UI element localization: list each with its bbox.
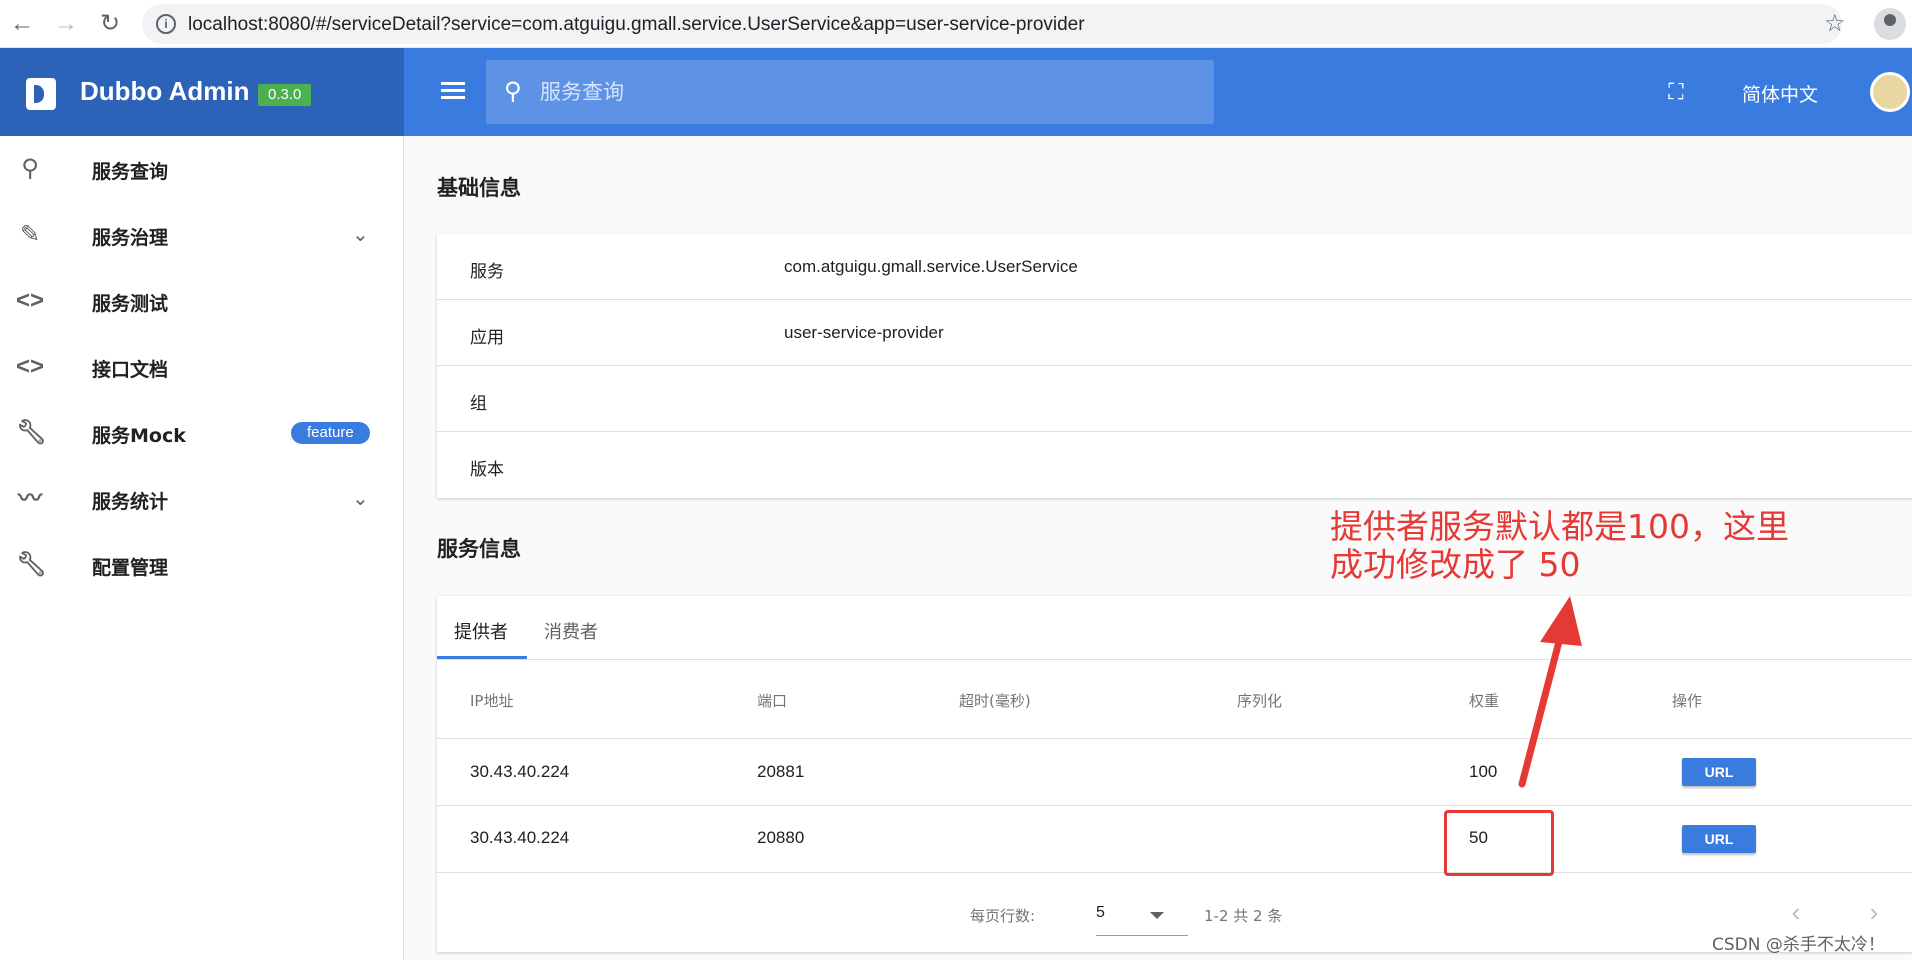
- info-icon[interactable]: i: [156, 14, 176, 34]
- prev-page-icon[interactable]: ‹: [1780, 896, 1812, 928]
- table-row: 30.43.40.224 20880 50 URL: [437, 806, 1912, 872]
- page-range: 1-2 共 2 条: [1204, 907, 1283, 925]
- global-search[interactable]: ⚲: [486, 60, 1214, 124]
- info-value: user-service-provider: [784, 323, 944, 342]
- wrench-icon: 🔧︎: [16, 551, 47, 578]
- sidebar-item-service-mock[interactable]: 🔧︎ 服务Mock feature: [0, 400, 404, 466]
- reload-icon[interactable]: ↻: [96, 10, 124, 38]
- info-key: 应用: [470, 328, 504, 348]
- browser-profile-icon[interactable]: [1874, 8, 1906, 40]
- sidebar-item-label: 服务治理: [92, 227, 169, 249]
- url-button[interactable]: URL: [1682, 825, 1756, 853]
- back-arrow-icon[interactable]: ←: [8, 10, 36, 38]
- search-input[interactable]: [540, 72, 1190, 112]
- forward-arrow-icon[interactable]: →: [52, 10, 80, 38]
- column-header[interactable]: 端口: [757, 690, 787, 711]
- rows-per-page-select[interactable]: 5: [1096, 896, 1188, 936]
- code-icon: <>: [16, 287, 45, 314]
- column-header[interactable]: IP地址: [470, 690, 513, 711]
- info-key: 组: [470, 394, 487, 414]
- info-row-application: 应用 user-service-provider: [437, 300, 1912, 366]
- avatar[interactable]: [1870, 72, 1910, 112]
- cell-ip: 30.43.40.224: [470, 828, 570, 847]
- address-bar[interactable]: i localhost:8080/#/serviceDetail?service…: [142, 4, 1842, 44]
- sidebar-item-label: 服务Mock: [92, 425, 186, 447]
- sidebar-item-service-test[interactable]: <> 服务测试: [0, 268, 404, 334]
- code-icon: <>: [16, 353, 45, 380]
- browser-toolbar: ← → ↻ i localhost:8080/#/serviceDetail?s…: [0, 0, 1912, 48]
- sidebar-item-label: 接口文档: [92, 359, 169, 381]
- cell-ip: 30.43.40.224: [470, 762, 570, 781]
- sidebar-item-service-governance[interactable]: ✎ 服务治理 ⌄: [0, 202, 404, 268]
- divider: [437, 872, 1912, 873]
- chevron-down-icon[interactable]: ⌄: [352, 222, 369, 247]
- wrench-icon: 🔧︎: [16, 419, 47, 446]
- column-header[interactable]: 超时(毫秒): [959, 690, 1031, 711]
- sidebar-item-api-docs[interactable]: <> 接口文档: [0, 334, 404, 400]
- annotation-text: 提供者服务默认都是100，这里 成功修改成了 50: [1330, 508, 1789, 584]
- fullscreen-icon[interactable]: ⛶: [1664, 80, 1688, 104]
- next-page-icon[interactable]: ›: [1858, 896, 1890, 928]
- info-row-version: 版本: [437, 432, 1912, 498]
- url-button[interactable]: URL: [1682, 758, 1756, 786]
- info-key: 服务: [470, 262, 504, 282]
- sidebar-item-label: 服务查询: [92, 161, 169, 183]
- column-header[interactable]: 权重: [1469, 690, 1499, 711]
- info-row-group: 组: [437, 366, 1912, 432]
- sidebar-item-label: 服务测试: [92, 293, 169, 315]
- table-row: 30.43.40.224 20881 100 URL: [437, 739, 1912, 805]
- sidebar: ⚲ 服务查询 ✎ 服务治理 ⌄ <> 服务测试 <> 接口文档 🔧︎ 服务Moc…: [0, 136, 404, 960]
- search-icon: ⚲: [504, 78, 522, 105]
- service-info-title: 服务信息: [437, 537, 521, 561]
- weight-highlight-box: [1444, 810, 1554, 876]
- column-header[interactable]: 序列化: [1237, 690, 1282, 711]
- version-badge: 0.3.0: [258, 84, 312, 106]
- annotation-line: 提供者服务默认都是100，这里: [1330, 507, 1789, 546]
- annotation-line: 成功修改成了 50: [1330, 545, 1581, 584]
- tab-consumers[interactable]: 消费者: [544, 618, 598, 644]
- feature-badge: feature: [291, 422, 370, 444]
- rows-per-page-value: 5: [1096, 904, 1105, 921]
- bookmark-star-icon[interactable]: ☆: [1824, 9, 1846, 38]
- sidebar-item-label: 服务统计: [92, 491, 169, 513]
- sidebar-item-label: 配置管理: [92, 557, 169, 579]
- search-icon: ⚲: [21, 155, 39, 182]
- hamburger-menu-icon[interactable]: [438, 76, 468, 106]
- column-header: 操作: [1672, 692, 1703, 710]
- dubbo-logo-icon: [26, 78, 56, 110]
- language-switch[interactable]: 简体中文: [1742, 80, 1818, 107]
- trending-icon: 〰: [18, 485, 42, 512]
- cell-port: 20881: [757, 762, 805, 781]
- tab-indicator: [437, 656, 527, 659]
- chevron-down-icon[interactable]: ⌄: [352, 486, 369, 511]
- tab-bar: 提供者 消费者: [437, 596, 1912, 660]
- info-key: 版本: [470, 460, 504, 480]
- info-value: com.atguigu.gmall.service.UserService: [784, 257, 1078, 276]
- sidebar-item-service-stats[interactable]: 〰 服务统计 ⌄: [0, 466, 404, 532]
- sidebar-item-service-query[interactable]: ⚲ 服务查询: [0, 136, 404, 202]
- sidebar-item-config-management[interactable]: 🔧︎ 配置管理: [0, 532, 404, 598]
- tab-providers[interactable]: 提供者: [454, 618, 508, 644]
- dropdown-arrow-icon: [1150, 912, 1164, 919]
- address-url[interactable]: localhost:8080/#/serviceDetail?service=c…: [188, 14, 1085, 36]
- cell-port: 20880: [757, 828, 805, 847]
- basic-info-title: 基础信息: [437, 176, 521, 200]
- info-row-service: 服务 com.atguigu.gmall.service.UserService: [437, 234, 1912, 300]
- basic-info-card: 服务 com.atguigu.gmall.service.UserService…: [437, 234, 1912, 498]
- rows-per-page-label: 每页行数:: [970, 907, 1036, 925]
- cell-weight: 100: [1469, 762, 1498, 781]
- watermark: CSDN @杀手不太冷！: [1712, 935, 1885, 955]
- annotation-arrow: [1518, 596, 1582, 788]
- pencil-icon: ✎: [19, 221, 41, 248]
- app-title: Dubbo Admin: [80, 76, 250, 106]
